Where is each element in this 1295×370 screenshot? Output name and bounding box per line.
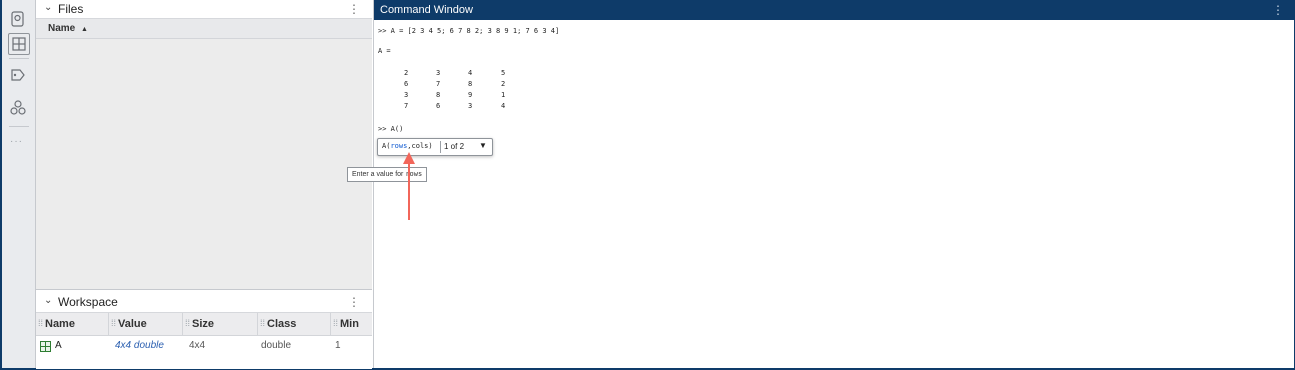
matrix-cell: 8	[468, 80, 473, 88]
matrix-cell: 7	[404, 102, 409, 110]
hint-text: Enter a value for	[352, 171, 404, 178]
sort-ascending-icon: ▲	[81, 26, 88, 33]
matrix-cell: 4	[468, 69, 473, 77]
workspace-options-icon[interactable]: ⋮	[348, 295, 360, 309]
drag-grip-icon: ⁞⁞	[185, 318, 191, 328]
drag-grip-icon: ⁞⁞	[38, 318, 44, 328]
column-name[interactable]: ⁞⁞ Name	[36, 313, 109, 335]
variable-value-link[interactable]: 4x4 double	[115, 340, 164, 351]
variable-min: 1	[335, 340, 341, 351]
overload-dropdown-icon[interactable]: ▼	[479, 141, 487, 150]
files-search-icon[interactable]	[8, 9, 28, 29]
files-column-header[interactable]: Name ▲	[36, 19, 372, 39]
drag-grip-icon: ⁞⁞	[333, 318, 339, 328]
more-icon[interactable]: ···	[10, 136, 23, 147]
command-window-titlebar: Command Window ⋮	[374, 0, 1294, 20]
matrix-cell: 1	[501, 91, 506, 99]
workspace-column-header: ⁞⁞ Name ⁞⁞ Value ⁞⁞ Size ⁞⁞ Class ⁞⁞ Min	[36, 313, 372, 336]
files-panel-header: ⌄ Files ⋮	[36, 0, 372, 19]
table-row[interactable]: A 4x4 double 4x4 double 1	[36, 336, 372, 356]
matrix-variable-icon	[40, 341, 51, 352]
files-panel-title: Files	[58, 2, 84, 16]
output-label: A =	[378, 47, 391, 55]
matrix-cell: 3	[468, 102, 473, 110]
workspace-header: ⌄ Workspace ⋮	[36, 290, 372, 313]
function-hint-popup[interactable]: A(rows,cols) 1 of 2 ▼	[377, 138, 493, 156]
column-label: Value	[118, 318, 147, 330]
collapse-chevron-icon[interactable]: ⌄	[44, 2, 52, 13]
toolstrip-divider	[9, 126, 29, 127]
matrix-cell: 8	[436, 91, 441, 99]
signature-rest: ,cols)	[407, 142, 433, 150]
matrix-cell: 9	[468, 91, 473, 99]
files-list[interactable]	[36, 39, 372, 289]
workspace-title: Workspace	[58, 295, 118, 309]
matrix-cell: 3	[436, 69, 441, 77]
drag-grip-icon: ⁞⁞	[111, 318, 117, 328]
column-size[interactable]: ⁞⁞ Size	[183, 313, 258, 335]
matrix-cell: 2	[501, 80, 506, 88]
workspace-panel: ⌄ Workspace ⋮ ⁞⁞ Name ⁞⁞ Value ⁞⁞ Size ⁞…	[36, 289, 372, 369]
matrix-cell: 5	[501, 69, 506, 77]
name-column-label: Name	[48, 23, 76, 34]
matrix-cell: 4	[501, 102, 506, 110]
files-options-icon[interactable]: ⋮	[348, 2, 360, 16]
matrix-cell: 6	[404, 80, 409, 88]
matrix-cell: 2	[404, 69, 409, 77]
variable-class: double	[261, 340, 292, 351]
annotation-arrow-icon	[403, 152, 415, 220]
command-window-options-icon[interactable]: ⋮	[1272, 3, 1284, 17]
matrix-cell: 3	[404, 91, 409, 99]
drag-grip-icon: ⁞⁞	[260, 318, 266, 328]
column-value[interactable]: ⁞⁞ Value	[109, 313, 183, 335]
apps-icon[interactable]	[8, 98, 28, 118]
function-signature: A(rows,cols)	[382, 142, 433, 150]
files-column-name: Name ▲	[48, 23, 88, 34]
signature-current-arg: rows	[390, 142, 408, 150]
column-label: Name	[45, 318, 75, 330]
collapse-chevron-icon[interactable]: ⌄	[44, 295, 52, 306]
command-line: >> A = [2 3 4 5; 6 7 8 2; 3 8 9 1; 7 6 3…	[378, 27, 560, 35]
column-label: Min	[340, 318, 359, 330]
column-label: Class	[267, 318, 297, 330]
column-class[interactable]: ⁞⁞ Class	[258, 313, 331, 335]
matrix-cell: 6	[436, 102, 441, 110]
overload-counter: 1 of 2	[444, 142, 465, 151]
command-window-title: Command Window	[380, 4, 473, 16]
files-panel: ⌄ Files ⋮ Name ▲	[36, 0, 372, 289]
variable-size: 4x4	[189, 340, 206, 351]
column-min[interactable]: ⁞⁞ Min	[331, 313, 372, 335]
column-label: Size	[192, 318, 215, 330]
variable-name: A	[55, 340, 62, 351]
command-window[interactable]: Command Window ⋮ >> A = [2 3 4 5; 6 7 8 …	[347, 0, 1294, 368]
command-input-line[interactable]: >> A()	[378, 125, 403, 133]
tag-icon[interactable]	[8, 66, 28, 86]
left-toolstrip: ···	[2, 0, 36, 368]
popup-divider	[440, 141, 441, 153]
toolstrip-divider	[9, 58, 29, 59]
matrix-cell: 7	[436, 80, 441, 88]
grid-icon[interactable]	[8, 33, 30, 55]
